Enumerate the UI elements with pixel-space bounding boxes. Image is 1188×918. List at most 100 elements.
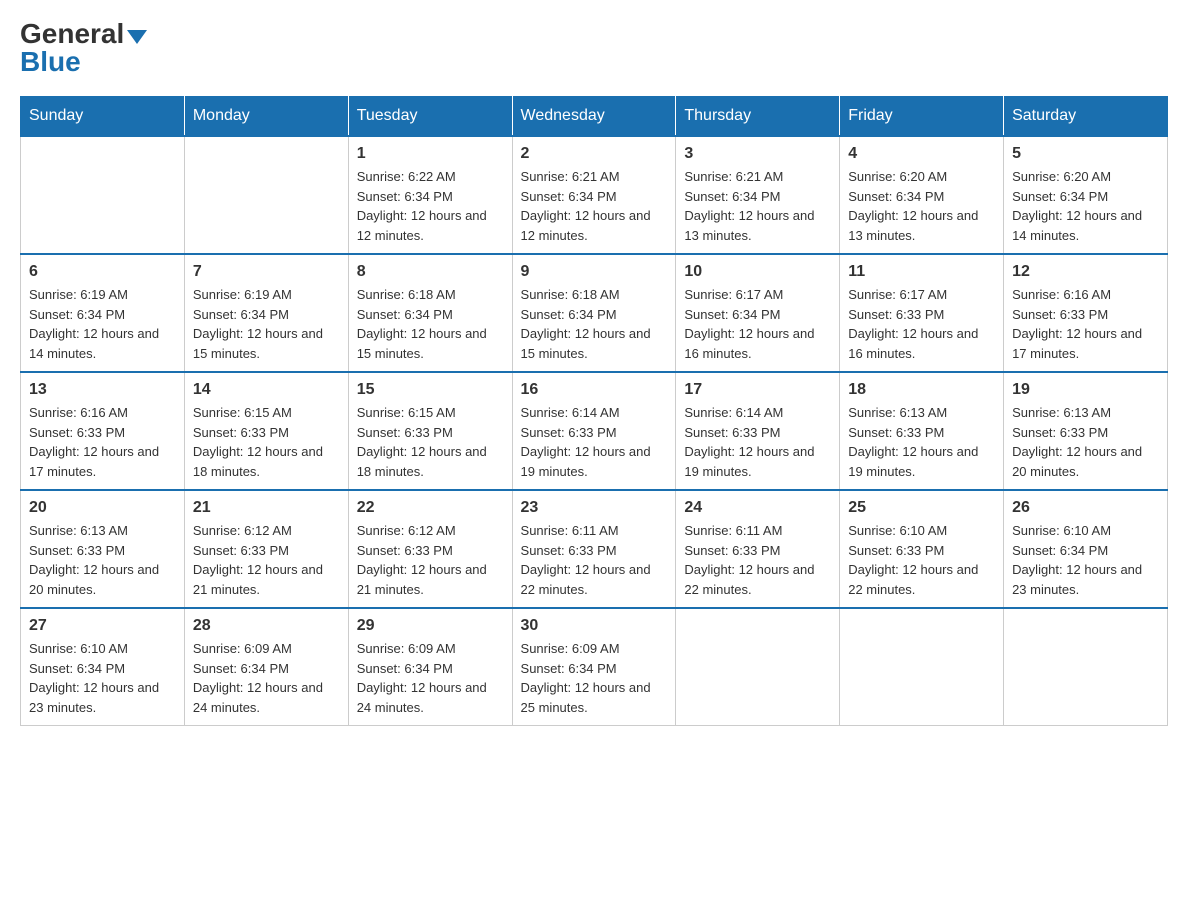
calendar-cell	[21, 136, 185, 254]
week-row-3: 13 Sunrise: 6:16 AMSunset: 6:33 PMDayligh…	[21, 372, 1168, 490]
day-info: Sunrise: 6:14 AMSunset: 6:33 PMDaylight:…	[684, 403, 831, 481]
calendar-cell: 15 Sunrise: 6:15 AMSunset: 6:33 PMDayligh…	[348, 372, 512, 490]
day-info: Sunrise: 6:09 AMSunset: 6:34 PMDaylight:…	[357, 639, 504, 717]
day-info: Sunrise: 6:18 AMSunset: 6:34 PMDaylight:…	[521, 285, 668, 363]
day-info: Sunrise: 6:21 AMSunset: 6:34 PMDaylight:…	[521, 167, 668, 245]
header-saturday: Saturday	[1004, 97, 1168, 137]
calendar-cell: 12 Sunrise: 6:16 AMSunset: 6:33 PMDayligh…	[1004, 254, 1168, 372]
day-info: Sunrise: 6:22 AMSunset: 6:34 PMDaylight:…	[357, 167, 504, 245]
calendar-cell: 25 Sunrise: 6:10 AMSunset: 6:33 PMDayligh…	[840, 490, 1004, 608]
calendar-cell: 16 Sunrise: 6:14 AMSunset: 6:33 PMDayligh…	[512, 372, 676, 490]
day-info: Sunrise: 6:16 AMSunset: 6:33 PMDaylight:…	[1012, 285, 1159, 363]
calendar-cell: 11 Sunrise: 6:17 AMSunset: 6:33 PMDayligh…	[840, 254, 1004, 372]
day-number: 16	[521, 381, 668, 399]
day-info: Sunrise: 6:11 AMSunset: 6:33 PMDaylight:…	[684, 521, 831, 599]
calendar-cell: 10 Sunrise: 6:17 AMSunset: 6:34 PMDayligh…	[676, 254, 840, 372]
calendar-header-row: SundayMondayTuesdayWednesdayThursdayFrid…	[21, 97, 1168, 137]
calendar-cell: 26Sunrise: 6:10 AMSunset: 6:34 PMDayligh…	[1004, 490, 1168, 608]
day-info: Sunrise: 6:17 AMSunset: 6:33 PMDaylight:…	[848, 285, 995, 363]
day-number: 17	[684, 381, 831, 399]
day-info: Sunrise: 6:20 AMSunset: 6:34 PMDaylight:…	[1012, 167, 1159, 245]
calendar-cell: 4 Sunrise: 6:20 AMSunset: 6:34 PMDaylight…	[840, 136, 1004, 254]
calendar-cell: 2Sunrise: 6:21 AMSunset: 6:34 PMDaylight…	[512, 136, 676, 254]
day-info: Sunrise: 6:19 AMSunset: 6:34 PMDaylight:…	[29, 285, 176, 363]
header-friday: Friday	[840, 97, 1004, 137]
calendar-cell: 9 Sunrise: 6:18 AMSunset: 6:34 PMDaylight…	[512, 254, 676, 372]
day-number: 10	[684, 263, 831, 281]
day-number: 19	[1012, 381, 1159, 399]
calendar-cell: 14 Sunrise: 6:15 AMSunset: 6:33 PMDayligh…	[184, 372, 348, 490]
day-number: 14	[193, 381, 340, 399]
day-info: Sunrise: 6:20 AMSunset: 6:34 PMDaylight:…	[848, 167, 995, 245]
day-number: 3	[684, 145, 831, 163]
calendar-cell: 3 Sunrise: 6:21 AMSunset: 6:34 PMDaylight…	[676, 136, 840, 254]
calendar-cell: 17 Sunrise: 6:14 AMSunset: 6:33 PMDayligh…	[676, 372, 840, 490]
calendar-cell	[1004, 608, 1168, 726]
day-number: 22	[357, 499, 504, 517]
day-number: 7	[193, 263, 340, 281]
calendar-cell	[184, 136, 348, 254]
day-number: 30	[521, 617, 668, 635]
day-number: 23	[521, 499, 668, 517]
week-row-2: 6 Sunrise: 6:19 AMSunset: 6:34 PMDaylight…	[21, 254, 1168, 372]
day-info: Sunrise: 6:16 AMSunset: 6:33 PMDaylight:…	[29, 403, 176, 481]
calendar-cell: 24 Sunrise: 6:11 AMSunset: 6:33 PMDayligh…	[676, 490, 840, 608]
header-sunday: Sunday	[21, 97, 185, 137]
day-info: Sunrise: 6:14 AMSunset: 6:33 PMDaylight:…	[521, 403, 668, 481]
day-number: 20	[29, 499, 176, 517]
day-number: 15	[357, 381, 504, 399]
day-number: 6	[29, 263, 176, 281]
logo-blue-text: Blue	[20, 46, 81, 77]
calendar-cell: 7Sunrise: 6:19 AMSunset: 6:34 PMDaylight…	[184, 254, 348, 372]
calendar-cell: 28 Sunrise: 6:09 AMSunset: 6:34 PMDayligh…	[184, 608, 348, 726]
day-number: 29	[357, 617, 504, 635]
day-info: Sunrise: 6:13 AMSunset: 6:33 PMDaylight:…	[848, 403, 995, 481]
day-number: 28	[193, 617, 340, 635]
calendar-cell: 20 Sunrise: 6:13 AMSunset: 6:33 PMDayligh…	[21, 490, 185, 608]
calendar-cell: 27Sunrise: 6:10 AMSunset: 6:34 PMDayligh…	[21, 608, 185, 726]
calendar-cell: 19 Sunrise: 6:13 AMSunset: 6:33 PMDayligh…	[1004, 372, 1168, 490]
week-row-5: 27Sunrise: 6:10 AMSunset: 6:34 PMDayligh…	[21, 608, 1168, 726]
calendar-cell: 5 Sunrise: 6:20 AMSunset: 6:34 PMDaylight…	[1004, 136, 1168, 254]
day-info: Sunrise: 6:15 AMSunset: 6:33 PMDaylight:…	[193, 403, 340, 481]
week-row-1: 1 Sunrise: 6:22 AMSunset: 6:34 PMDaylight…	[21, 136, 1168, 254]
calendar-cell: 8Sunrise: 6:18 AMSunset: 6:34 PMDaylight…	[348, 254, 512, 372]
day-info: Sunrise: 6:13 AMSunset: 6:33 PMDaylight:…	[29, 521, 176, 599]
day-number: 13	[29, 381, 176, 399]
calendar-cell: 13 Sunrise: 6:16 AMSunset: 6:33 PMDayligh…	[21, 372, 185, 490]
day-number: 4	[848, 145, 995, 163]
header-thursday: Thursday	[676, 97, 840, 137]
day-info: Sunrise: 6:17 AMSunset: 6:34 PMDaylight:…	[684, 285, 831, 363]
day-info: Sunrise: 6:15 AMSunset: 6:33 PMDaylight:…	[357, 403, 504, 481]
calendar-cell: 1 Sunrise: 6:22 AMSunset: 6:34 PMDaylight…	[348, 136, 512, 254]
calendar-cell	[840, 608, 1004, 726]
calendar-cell: 18 Sunrise: 6:13 AMSunset: 6:33 PMDayligh…	[840, 372, 1004, 490]
day-number: 27	[29, 617, 176, 635]
day-info: Sunrise: 6:13 AMSunset: 6:33 PMDaylight:…	[1012, 403, 1159, 481]
header-monday: Monday	[184, 97, 348, 137]
day-info: Sunrise: 6:10 AMSunset: 6:34 PMDaylight:…	[1012, 521, 1159, 599]
day-number: 25	[848, 499, 995, 517]
day-info: Sunrise: 6:09 AMSunset: 6:34 PMDaylight:…	[193, 639, 340, 717]
day-number: 9	[521, 263, 668, 281]
logo-general-text: General	[20, 20, 124, 48]
logo-triangle-icon	[127, 30, 147, 44]
day-number: 12	[1012, 263, 1159, 281]
calendar-cell: 22Sunrise: 6:12 AMSunset: 6:33 PMDayligh…	[348, 490, 512, 608]
day-number: 1	[357, 145, 504, 163]
day-number: 11	[848, 263, 995, 281]
calendar-cell: 29 Sunrise: 6:09 AMSunset: 6:34 PMDayligh…	[348, 608, 512, 726]
day-number: 18	[848, 381, 995, 399]
day-info: Sunrise: 6:09 AMSunset: 6:34 PMDaylight:…	[521, 639, 668, 717]
header-wednesday: Wednesday	[512, 97, 676, 137]
day-info: Sunrise: 6:12 AMSunset: 6:33 PMDaylight:…	[193, 521, 340, 599]
day-info: Sunrise: 6:21 AMSunset: 6:34 PMDaylight:…	[684, 167, 831, 245]
calendar-cell: 23 Sunrise: 6:11 AMSunset: 6:33 PMDayligh…	[512, 490, 676, 608]
day-number: 24	[684, 499, 831, 517]
day-number: 5	[1012, 145, 1159, 163]
day-number: 8	[357, 263, 504, 281]
day-info: Sunrise: 6:11 AMSunset: 6:33 PMDaylight:…	[521, 521, 668, 599]
day-info: Sunrise: 6:10 AMSunset: 6:33 PMDaylight:…	[848, 521, 995, 599]
calendar-cell: 21Sunrise: 6:12 AMSunset: 6:33 PMDayligh…	[184, 490, 348, 608]
header-tuesday: Tuesday	[348, 97, 512, 137]
